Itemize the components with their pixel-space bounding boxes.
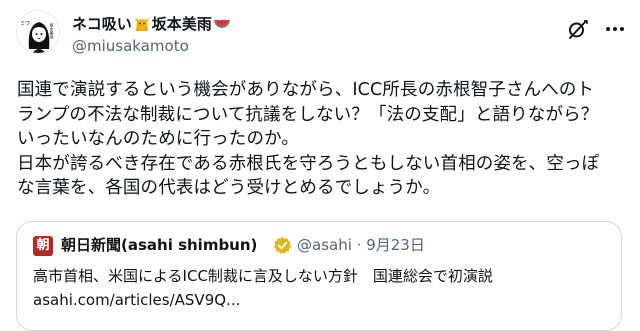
tweet-line: な言葉を、各国の代表はどう受けとめるでしょうか。	[17, 178, 441, 198]
display-name-part2: 坂本美雨	[151, 15, 212, 33]
tweet-line: 国連で演説するという機会がありながら、ICC所長の赤根智子さんへのト	[17, 80, 595, 100]
svg-text:坂本美雨: 坂本美雨	[50, 22, 55, 40]
asahi-logo-avatar[interactable]: 朝	[33, 236, 53, 256]
tweet-text: 国連で演説するという機会がありながら、ICC所長の赤根智子さんへのト ランプの不…	[17, 78, 629, 201]
quoted-handle[interactable]: @asahi	[297, 236, 352, 254]
cat-emoji-icon	[133, 15, 151, 33]
meta-separator: ·	[356, 236, 362, 254]
author-display-name[interactable]: ネコ吸い 坂本美雨	[72, 14, 232, 34]
watermelon-emoji-icon	[213, 15, 231, 33]
avatar-illustration-icon: ミウ 坂本美雨	[17, 11, 59, 53]
quoted-headline: 高市首相、米国によるICC制裁に言及しない方針 国連総会で初演説	[33, 267, 493, 285]
quoted-link[interactable]: asahi.com/articles/ASV9Q...	[33, 288, 493, 312]
grok-icon[interactable]	[567, 18, 589, 40]
author-handle[interactable]: @miusakamoto	[72, 36, 189, 56]
tweet-line: ランプの不法な制裁について抗議をしない？「法の支配」と語りながら？	[17, 104, 599, 125]
quoted-author-name[interactable]: 朝日新聞(asahi shimbun)	[61, 235, 257, 255]
tweet-line: 日本が誇るべき存在である赤根氏を守ろうともしない首相の姿を、空っぽ	[17, 153, 600, 174]
quoted-date[interactable]: 9月23日	[366, 236, 425, 254]
tweet-line: いったいなんのために行ったのか。	[17, 129, 300, 149]
more-icon[interactable]	[603, 18, 627, 40]
display-name-part1: ネコ吸い	[72, 15, 132, 33]
quoted-tweet-card[interactable]: 朝 朝日新聞(asahi shimbun) @asahi · 9月23日 高市首…	[16, 221, 622, 331]
tweet: ミウ 坂本美雨 ネコ吸い 坂本美雨 @miusakamoto 国連で演説するとい…	[0, 0, 640, 331]
avatar[interactable]: ミウ 坂本美雨	[16, 10, 60, 54]
quoted-meta: @asahi · 9月23日	[297, 235, 425, 255]
verified-badge-icon	[273, 236, 292, 255]
svg-text:ミウ: ミウ	[20, 20, 30, 27]
quoted-text: 高市首相、米国によるICC制裁に言及しない方針 国連総会で初演説 asahi.c…	[33, 264, 493, 312]
